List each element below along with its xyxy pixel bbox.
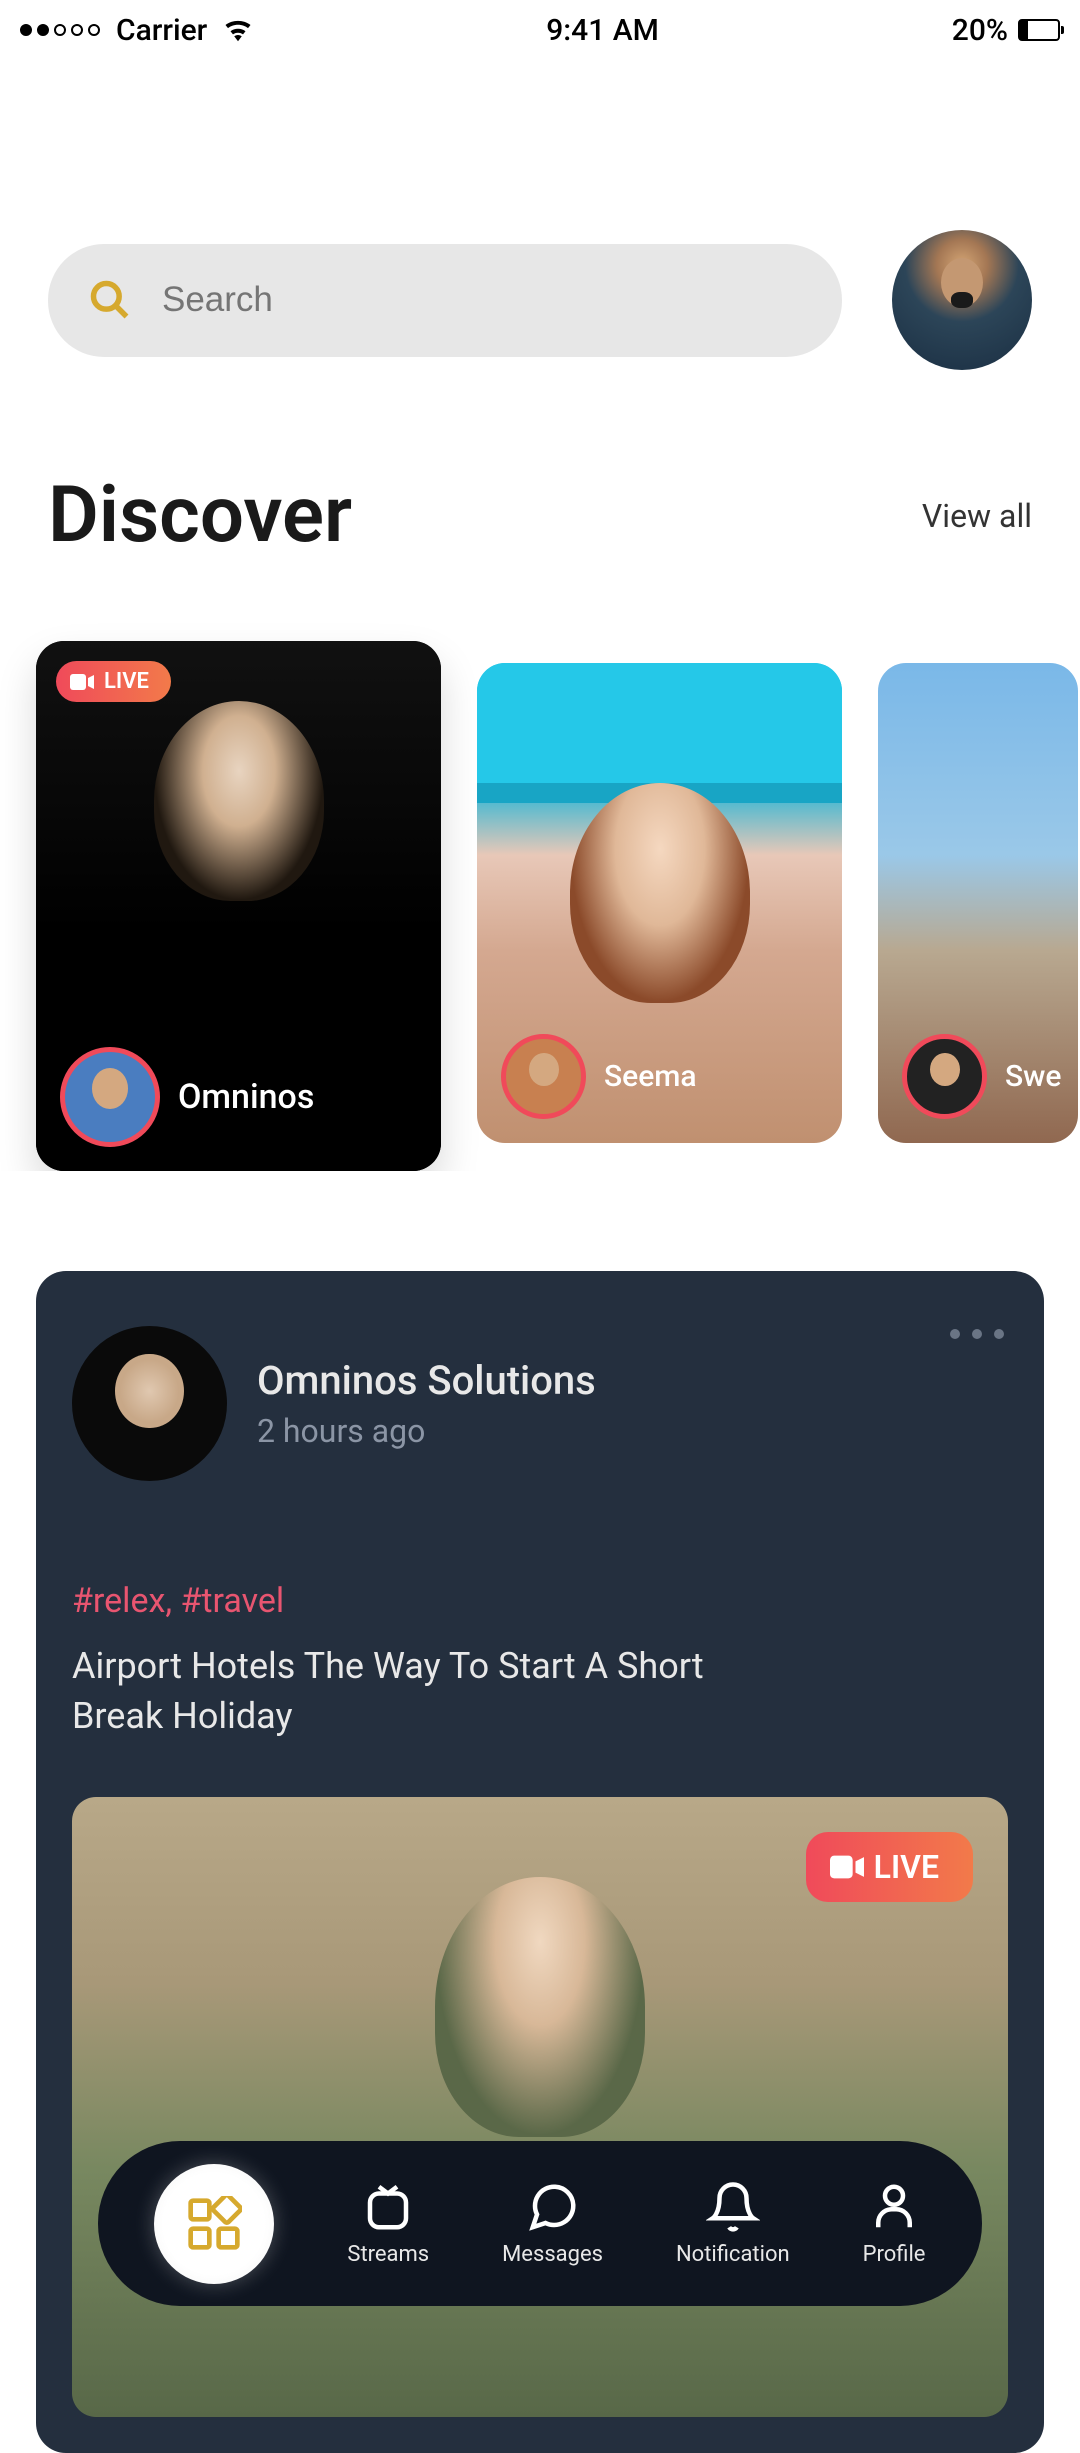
feed-tags[interactable]: #relex, #travel [72,1581,1008,1621]
status-left: Carrier [20,13,253,48]
card-name: Seema [604,1059,697,1094]
discover-card-partial[interactable]: Swe [878,663,1078,1143]
card-avatar [501,1034,586,1119]
profile-avatar[interactable] [892,230,1032,370]
discover-title: Discover [48,470,352,561]
nav-notification-button[interactable]: Notification [676,2180,790,2267]
battery-icon [1018,19,1060,41]
feed-title: Airport Hotels The Way To Start A Short … [72,1641,774,1742]
nav-label: Streams [347,2242,429,2267]
live-badge: LIVE [806,1832,973,1902]
nav-messages-button[interactable]: Messages [502,2180,603,2267]
dashboard-icon [186,2196,242,2252]
nav-home-button[interactable] [154,2164,274,2284]
battery-percentage: 20% [952,13,1008,48]
carrier-label: Carrier [116,13,207,48]
nav-label: Notification [676,2242,790,2267]
nav-streams-button[interactable]: Streams [347,2180,429,2267]
signal-strength-icon [20,24,100,36]
search-input[interactable] [162,280,802,320]
bell-icon [706,2180,760,2234]
card-name: Omninos [178,1077,314,1117]
status-right: 20% [952,13,1060,48]
nav-label: Profile [863,2242,926,2267]
status-bar: Carrier 9:41 AM 20% [0,0,1080,60]
wifi-icon [223,18,253,42]
discover-row[interactable]: LIVE Omninos Seema Swe [0,561,1080,1171]
profile-icon [867,2180,921,2234]
card-name: Swe [1005,1059,1062,1094]
feed-author-avatar[interactable] [72,1326,227,1481]
bottom-nav: Streams Messages Notification Profile [98,2141,982,2306]
more-options-button[interactable] [950,1329,1004,1339]
live-badge: LIVE [56,661,171,702]
nav-label: Messages [502,2242,603,2267]
nav-profile-button[interactable]: Profile [863,2180,926,2267]
feed-timestamp: 2 hours ago [257,1412,596,1450]
card-avatar [902,1034,987,1119]
messages-icon [526,2180,580,2234]
feed-image[interactable]: LIVE [72,1797,1008,2417]
discover-card-seema[interactable]: Seema [477,663,842,1143]
video-icon [70,673,94,691]
clock: 9:41 AM [546,13,659,48]
search-icon [88,278,132,322]
streams-icon [361,2180,415,2234]
video-icon [830,1855,864,1879]
card-avatar [60,1047,160,1147]
view-all-link[interactable]: View all [922,497,1032,535]
feed-author: Omninos Solutions [257,1357,596,1404]
search-bar[interactable] [48,244,842,357]
discover-card-omninos[interactable]: LIVE Omninos [36,641,441,1171]
